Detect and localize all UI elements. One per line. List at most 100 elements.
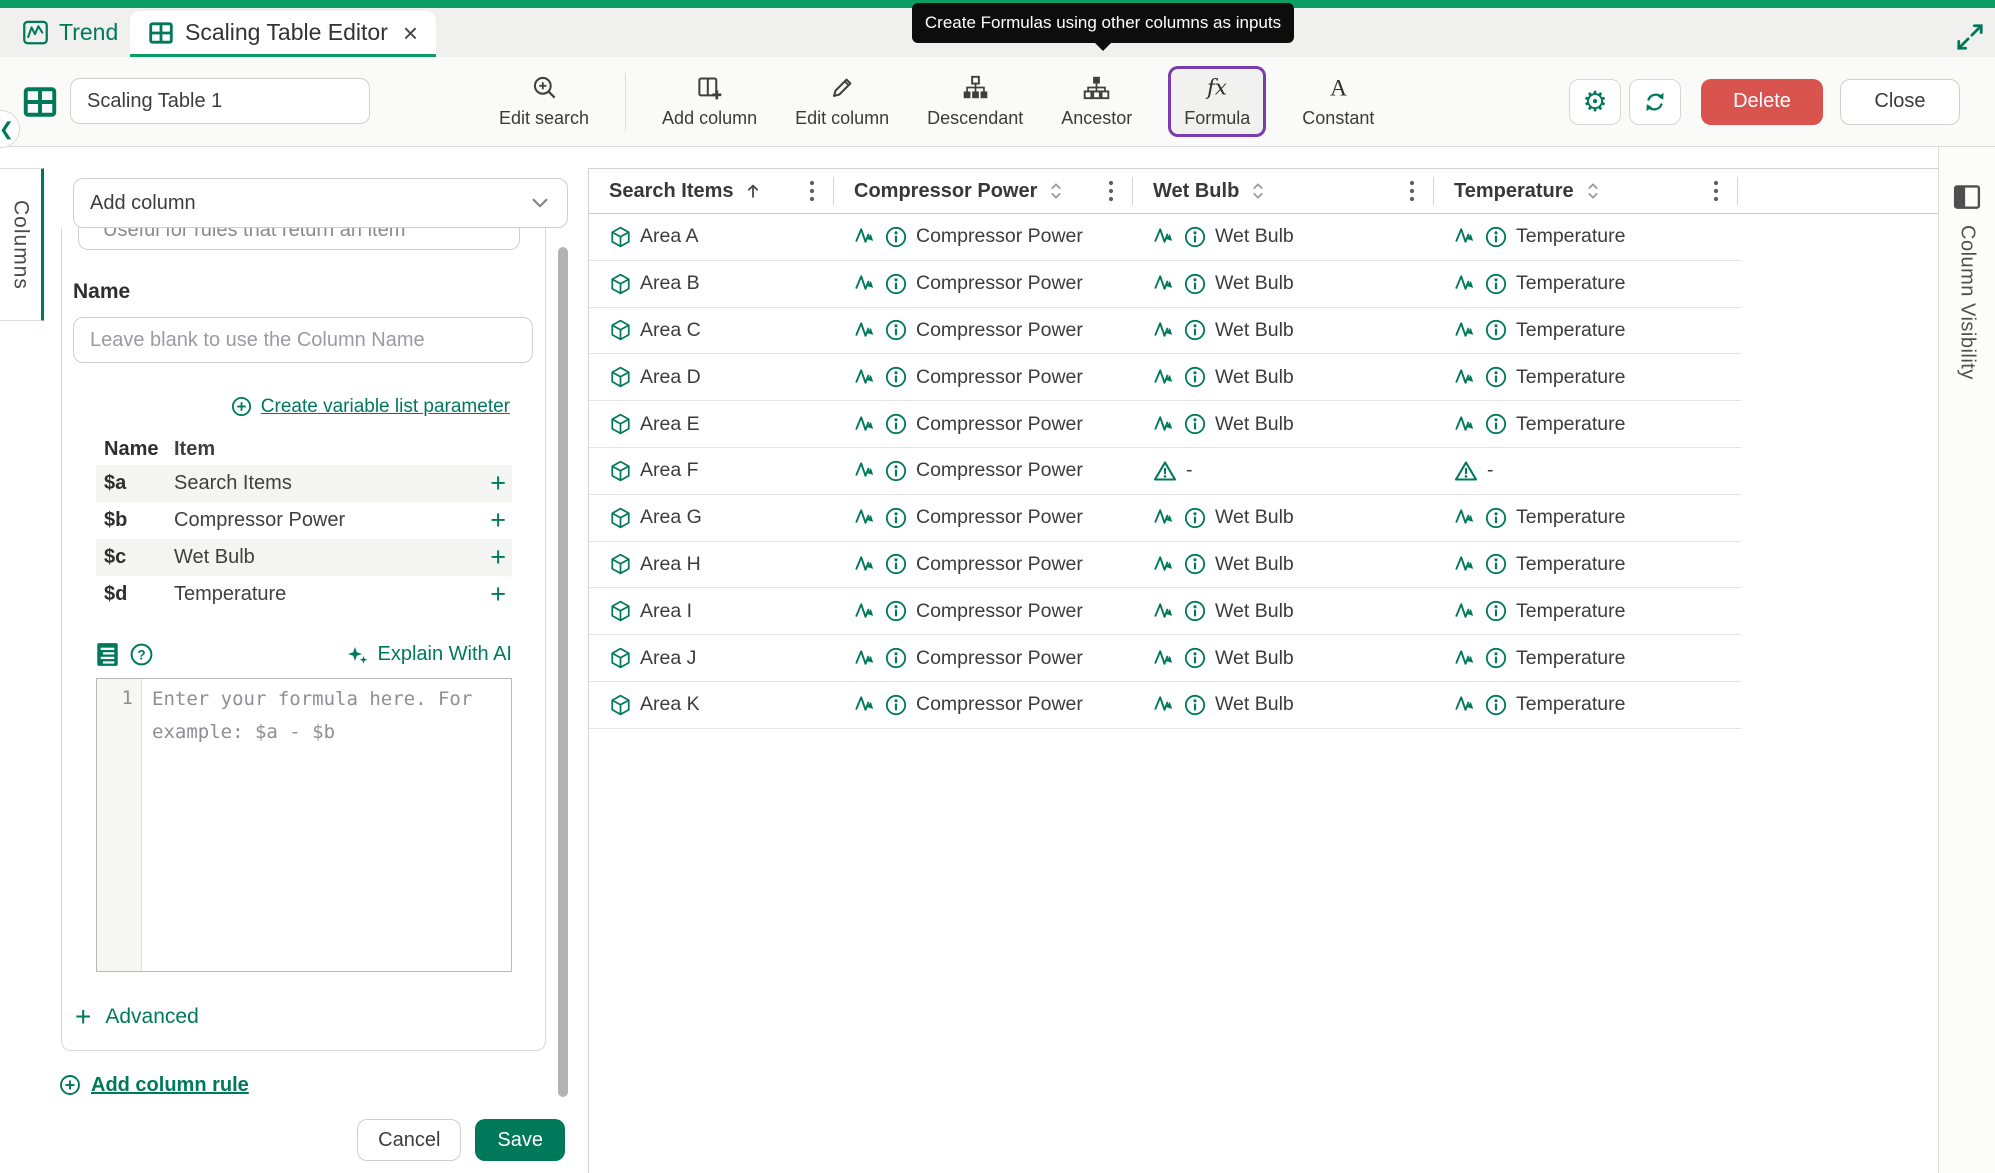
value-cell[interactable]: Compressor Power — [834, 214, 1133, 260]
value-cell[interactable]: Temperature — [1434, 401, 1738, 447]
info-icon[interactable] — [1184, 226, 1206, 248]
info-icon[interactable] — [885, 226, 907, 248]
item-cell[interactable]: Area J — [589, 635, 834, 681]
tool-edit-column[interactable]: Edit column — [793, 70, 891, 133]
column-header-compressor-power[interactable]: Compressor Power — [834, 169, 1133, 213]
value-cell[interactable]: Compressor Power — [834, 448, 1133, 494]
item-cell[interactable]: Area D — [589, 354, 834, 400]
insert-param-button[interactable]: + — [484, 544, 512, 571]
value-cell[interactable]: Temperature — [1434, 682, 1738, 728]
value-cell[interactable]: Temperature — [1434, 261, 1738, 307]
item-cell[interactable]: Area C — [589, 308, 834, 354]
column-name-input[interactable] — [73, 317, 533, 363]
value-cell[interactable]: Temperature — [1434, 308, 1738, 354]
value-cell[interactable]: Compressor Power — [834, 261, 1133, 307]
formula-doc-icon[interactable] — [96, 642, 119, 667]
info-icon[interactable] — [1184, 319, 1206, 341]
value-cell[interactable]: Compressor Power — [834, 542, 1133, 588]
value-cell[interactable]: Temperature — [1434, 635, 1738, 681]
insert-param-button[interactable]: + — [484, 470, 512, 497]
tool-constant[interactable]: A Constant — [1300, 70, 1376, 133]
add-column-rule-link[interactable]: Add column rule — [58, 1073, 249, 1097]
info-icon[interactable] — [885, 413, 907, 435]
sort-toggle-icon[interactable] — [1583, 179, 1603, 203]
value-cell[interactable]: Temperature — [1434, 354, 1738, 400]
info-icon[interactable] — [885, 273, 907, 295]
info-icon[interactable] — [1485, 319, 1507, 341]
cancel-button[interactable]: Cancel — [357, 1119, 462, 1161]
item-cell[interactable]: Area B — [589, 261, 834, 307]
value-cell[interactable]: Compressor Power — [834, 401, 1133, 447]
close-button[interactable]: Close — [1840, 78, 1960, 125]
info-icon[interactable] — [1485, 507, 1507, 529]
sort-toggle-icon[interactable] — [1248, 179, 1268, 203]
sort-ascending-icon[interactable] — [743, 180, 763, 202]
info-icon[interactable] — [1485, 366, 1507, 388]
info-icon[interactable] — [1184, 413, 1206, 435]
info-icon[interactable] — [885, 507, 907, 529]
info-icon[interactable] — [1485, 647, 1507, 669]
tab-trend[interactable]: Trend — [22, 8, 118, 57]
value-cell[interactable]: Wet Bulb — [1133, 588, 1434, 634]
info-icon[interactable] — [885, 600, 907, 622]
info-icon[interactable] — [1184, 600, 1206, 622]
value-cell[interactable]: Wet Bulb — [1133, 261, 1434, 307]
item-cell[interactable]: Area E — [589, 401, 834, 447]
value-cell[interactable]: Wet Bulb — [1133, 495, 1434, 541]
item-cell[interactable]: Area G — [589, 495, 834, 541]
info-icon[interactable] — [885, 366, 907, 388]
value-cell[interactable]: Compressor Power — [834, 682, 1133, 728]
sort-toggle-icon[interactable] — [1046, 179, 1066, 203]
info-icon[interactable] — [1485, 226, 1507, 248]
info-icon[interactable] — [1485, 413, 1507, 435]
add-column-select[interactable]: Add column — [73, 178, 568, 228]
value-cell[interactable]: Temperature — [1434, 214, 1738, 260]
value-cell[interactable]: - — [1434, 448, 1738, 494]
value-cell[interactable]: Compressor Power — [834, 354, 1133, 400]
info-icon[interactable] — [885, 319, 907, 341]
value-cell[interactable]: Wet Bulb — [1133, 401, 1434, 447]
info-icon[interactable] — [1184, 507, 1206, 529]
insert-param-button[interactable]: + — [484, 581, 512, 608]
save-button[interactable]: Save — [475, 1119, 565, 1161]
create-variable-list-parameter-link[interactable]: Create variable list parameter — [230, 395, 510, 418]
value-cell[interactable]: Compressor Power — [834, 308, 1133, 354]
column-menu-button[interactable] — [805, 177, 819, 205]
value-cell[interactable]: Wet Bulb — [1133, 682, 1434, 728]
value-cell[interactable]: Temperature — [1434, 588, 1738, 634]
advanced-toggle[interactable]: + Advanced — [75, 1003, 199, 1031]
info-icon[interactable] — [885, 647, 907, 669]
value-cell[interactable]: Compressor Power — [834, 588, 1133, 634]
value-cell[interactable]: Wet Bulb — [1133, 214, 1434, 260]
tool-edit-search[interactable]: Edit search — [497, 70, 591, 133]
info-icon[interactable] — [1184, 366, 1206, 388]
info-icon[interactable] — [1485, 273, 1507, 295]
tool-add-column[interactable]: Add column — [660, 70, 759, 133]
item-cell[interactable]: Area F — [589, 448, 834, 494]
tool-formula[interactable]: fx Formula — [1168, 66, 1267, 137]
sidebar-tab-columns[interactable]: Columns — [0, 168, 45, 321]
info-icon[interactable] — [1485, 694, 1507, 716]
tab-scaling-table-editor[interactable]: Scaling Table Editor × — [130, 11, 437, 57]
value-cell[interactable]: Wet Bulb — [1133, 354, 1434, 400]
item-cell[interactable]: Area H — [589, 542, 834, 588]
column-header-temperature[interactable]: Temperature — [1434, 169, 1738, 213]
info-icon[interactable] — [1485, 600, 1507, 622]
sidebar-scrollbar[interactable] — [558, 247, 568, 1173]
column-header-wet-bulb[interactable]: Wet Bulb — [1133, 169, 1434, 213]
close-tab-icon[interactable]: × — [403, 20, 418, 46]
info-icon[interactable] — [885, 460, 907, 482]
tool-descendant[interactable]: Descendant — [925, 70, 1025, 133]
value-cell[interactable]: - — [1133, 448, 1434, 494]
info-icon[interactable] — [885, 694, 907, 716]
info-icon[interactable] — [1184, 553, 1206, 575]
info-icon[interactable] — [1184, 647, 1206, 669]
scrollbar-thumb[interactable] — [558, 247, 568, 1097]
value-cell[interactable]: Temperature — [1434, 495, 1738, 541]
value-cell[interactable]: Wet Bulb — [1133, 308, 1434, 354]
table-name-input[interactable] — [70, 78, 370, 124]
item-cell[interactable]: Area K — [589, 682, 834, 728]
explain-with-ai-button[interactable]: Explain With AI — [345, 643, 512, 667]
info-icon[interactable] — [1485, 553, 1507, 575]
tool-ancestor[interactable]: Ancestor — [1059, 70, 1134, 133]
